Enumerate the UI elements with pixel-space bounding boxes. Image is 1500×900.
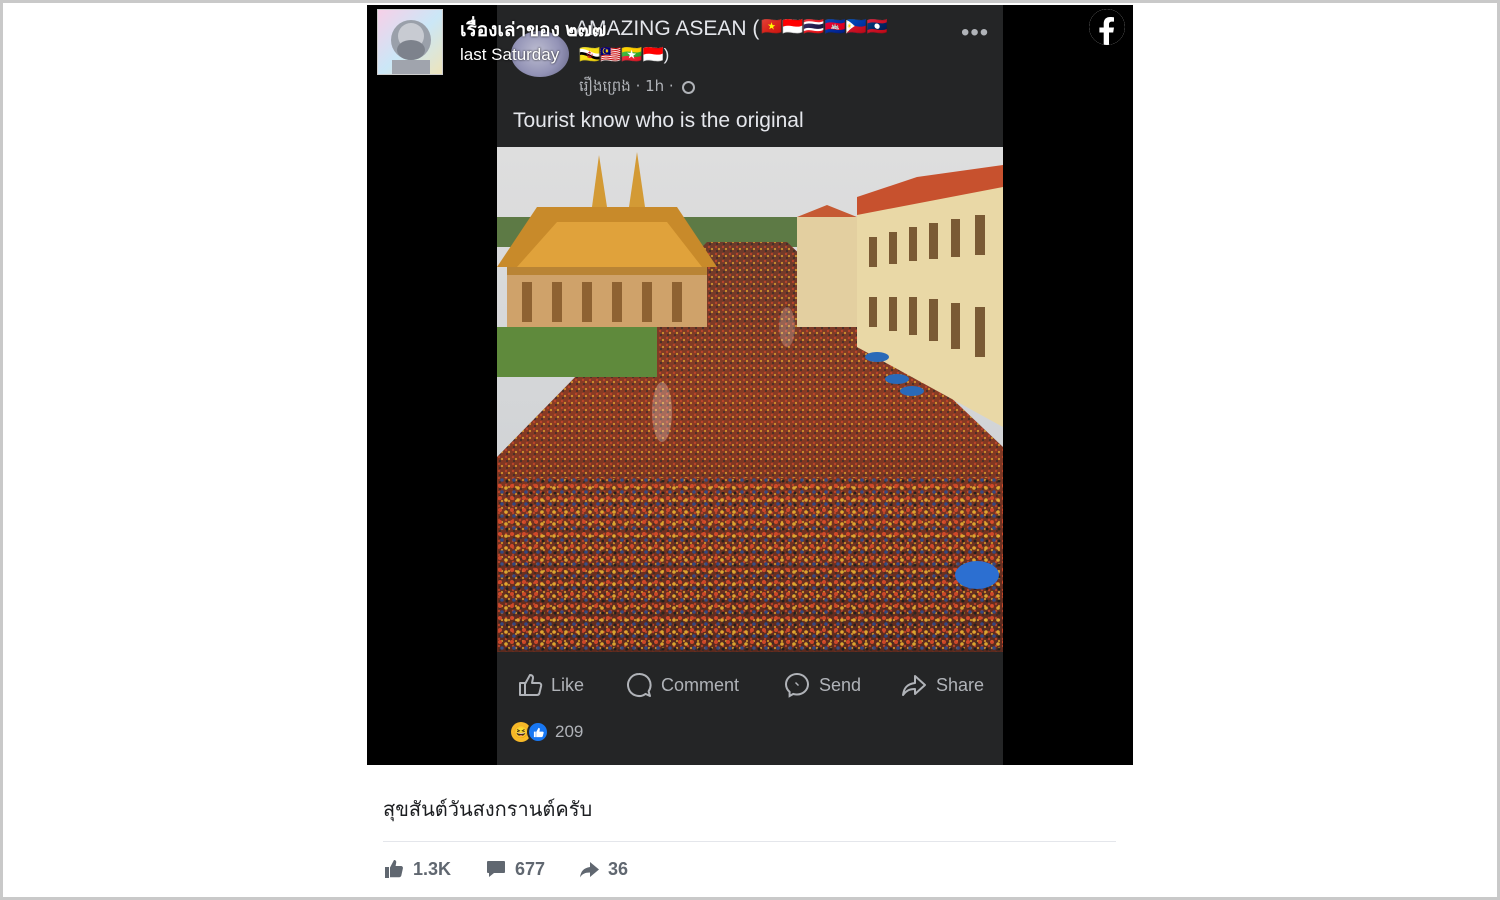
likes-count: 1.3K: [413, 858, 452, 879]
facebook-logo-icon[interactable]: [1089, 9, 1125, 45]
shares-count: 36: [608, 858, 629, 879]
share-arrow-icon: [580, 862, 599, 878]
embedded-share-button[interactable]: Share: [900, 665, 984, 705]
comment-bubble-icon: [487, 861, 505, 877]
festival-crowd-photo: [497, 147, 1003, 652]
comment-icon: [627, 673, 652, 697]
post-caption: สุขสันต์วันสงกรานต์ครับ: [383, 799, 593, 821]
like-reaction-icon: [527, 721, 549, 743]
comments-stat[interactable]: 677: [485, 858, 545, 880]
more-options-icon[interactable]: •••: [961, 19, 989, 47]
embedded-send-button[interactable]: Send: [783, 665, 861, 705]
embedded-flags-row1: 🇻🇳🇮🇩🇹🇭🇰🇭🇵🇭🇱🇦: [761, 17, 889, 36]
embedded-post-text: Tourist know who is the original: [513, 109, 804, 132]
send-label: Send: [819, 674, 862, 695]
comment-label: Comment: [661, 674, 740, 695]
globe-icon: [682, 81, 696, 94]
divider: [383, 841, 1116, 842]
poster-name[interactable]: เรื่องเล่าของ ๒๗๗: [460, 15, 606, 45]
share-icon: [902, 675, 926, 696]
embedded-action-bar: Like Comment Send Share: [497, 665, 1003, 705]
send-icon: [784, 672, 810, 698]
embedded-comment-button[interactable]: Comment: [625, 665, 739, 705]
likes-stat[interactable]: 1.3K: [383, 858, 451, 880]
embedded-sub-author: រឿងព្រេង: [579, 77, 631, 95]
poster-avatar[interactable]: [377, 9, 443, 75]
embedded-sub-time: · 1h ·: [635, 77, 674, 95]
thumbs-up-icon: [385, 860, 403, 878]
embedded-screenshot: AMAZING ASEAN ( 🇻🇳🇮🇩🇹🇭🇰🇭🇵🇭🇱🇦 🇧🇳🇲🇾🇲🇲🇮🇩) •…: [497, 5, 1003, 765]
embedded-reactions[interactable]: 😆 209: [511, 721, 583, 743]
embedded-like-button[interactable]: Like: [517, 665, 584, 705]
comments-count: 677: [515, 858, 546, 879]
reaction-count: 209: [555, 722, 584, 741]
post-timestamp[interactable]: last Saturday: [460, 45, 559, 65]
embedded-meta: រឿងព្រេង · 1h ·: [579, 77, 696, 99]
like-label: Like: [551, 674, 585, 695]
embedded-flags-row2: 🇧🇳🇲🇾🇲🇲🇮🇩): [579, 45, 670, 64]
share-label: Share: [936, 674, 985, 695]
like-icon: [519, 674, 543, 696]
media-viewer[interactable]: AMAZING ASEAN ( 🇻🇳🇮🇩🇹🇭🇰🇭🇵🇭🇱🇦 🇧🇳🇲🇾🇲🇲🇮🇩) •…: [367, 5, 1133, 765]
shares-stat[interactable]: 36: [578, 858, 628, 880]
